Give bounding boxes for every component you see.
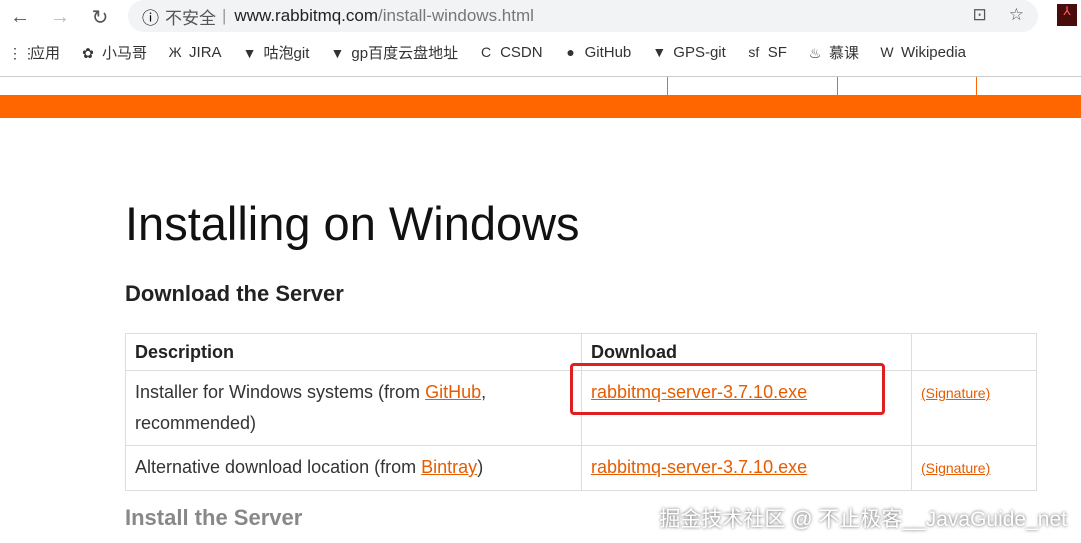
gitlab-icon: ▼ xyxy=(652,44,667,60)
url-host: www.rabbitmq.com xyxy=(234,6,379,25)
bookmark-10[interactable]: W Wikipedia xyxy=(879,44,966,61)
csdn-icon: C xyxy=(481,44,492,60)
github-icon: ● xyxy=(566,44,575,60)
site-header-bar xyxy=(0,95,1081,118)
info-icon: ⓘ xyxy=(142,8,159,28)
page-title: Installing on Windows xyxy=(125,197,580,250)
baidu-icon: ✿ xyxy=(82,45,94,61)
bookmark-7[interactable]: ▼ GPS-git xyxy=(651,44,725,61)
header-description: Description xyxy=(125,333,582,371)
watermark: 掘金技术社区 @ 不止极客__JavaGuide_net xyxy=(659,508,1067,531)
star-icon[interactable]: ☆ xyxy=(1009,5,1024,25)
bookmark-3[interactable]: ▼ 咕泡git xyxy=(242,42,310,63)
bookmark-5[interactable]: C CSDN xyxy=(478,44,543,61)
signature-link[interactable]: (Signature) xyxy=(921,385,990,401)
github-link[interactable]: GitHub xyxy=(425,382,481,402)
gitlab-icon: ▼ xyxy=(242,45,257,61)
bookmark-2[interactable]: Ж JIRA xyxy=(167,44,222,61)
bookmark-6[interactable]: ● GitHub xyxy=(563,44,631,61)
alt-download-link[interactable]: rabbitmq-server-3.7.10.exe xyxy=(591,457,807,477)
bookmark-0[interactable]: ⋮⋮应用 xyxy=(8,42,60,63)
url-path: /install-windows.html xyxy=(378,6,534,25)
jira-icon: Ж xyxy=(168,44,182,60)
bookmark-8[interactable]: sf SF xyxy=(746,44,787,61)
highlight-box xyxy=(570,363,885,415)
signature-link[interactable]: (Signature) xyxy=(921,460,990,476)
site-nav xyxy=(0,77,1081,95)
apps-icon: ⋮⋮ xyxy=(8,45,36,61)
sf-icon: sf xyxy=(748,44,760,60)
reload-icon[interactable]: ↻ xyxy=(80,5,120,30)
bookmarks-bar: ⋮⋮应用 ✿ 小马哥 Ж JIRA ▼ 咕泡git ▼ gp百度云盘地址 C CSDN ● GitHub… xyxy=(8,42,966,63)
wikipedia-icon: W xyxy=(880,44,894,60)
bookmark-4[interactable]: ▼ gp百度云盘地址 xyxy=(329,42,458,63)
insecure-label: 不安全 xyxy=(165,8,216,28)
imooc-icon: ♨ xyxy=(808,45,822,61)
address-bar[interactable]: ⓘ 不安全 | www.rabbitmq.com/install-windows.… xyxy=(128,0,1038,32)
section-heading-download: Download the Server xyxy=(125,281,344,306)
forward-icon[interactable]: → xyxy=(40,6,80,29)
bookmark-1[interactable]: ✿ 小马哥 xyxy=(80,42,147,63)
translate-icon[interactable]: ⊡ xyxy=(973,5,987,25)
header-signature xyxy=(911,333,1037,371)
bookmark-9[interactable]: ♨ 慕课 xyxy=(807,42,859,63)
table-row: Alternative download location (from Bint… xyxy=(125,445,1037,491)
gitlab-icon: ▼ xyxy=(330,45,345,61)
pdf-extension-icon[interactable]: ⅄ xyxy=(1057,4,1077,26)
section-heading-install: Install the Server xyxy=(125,505,303,530)
bintray-link[interactable]: Bintray xyxy=(421,457,477,477)
back-icon[interactable]: ← xyxy=(0,6,40,29)
